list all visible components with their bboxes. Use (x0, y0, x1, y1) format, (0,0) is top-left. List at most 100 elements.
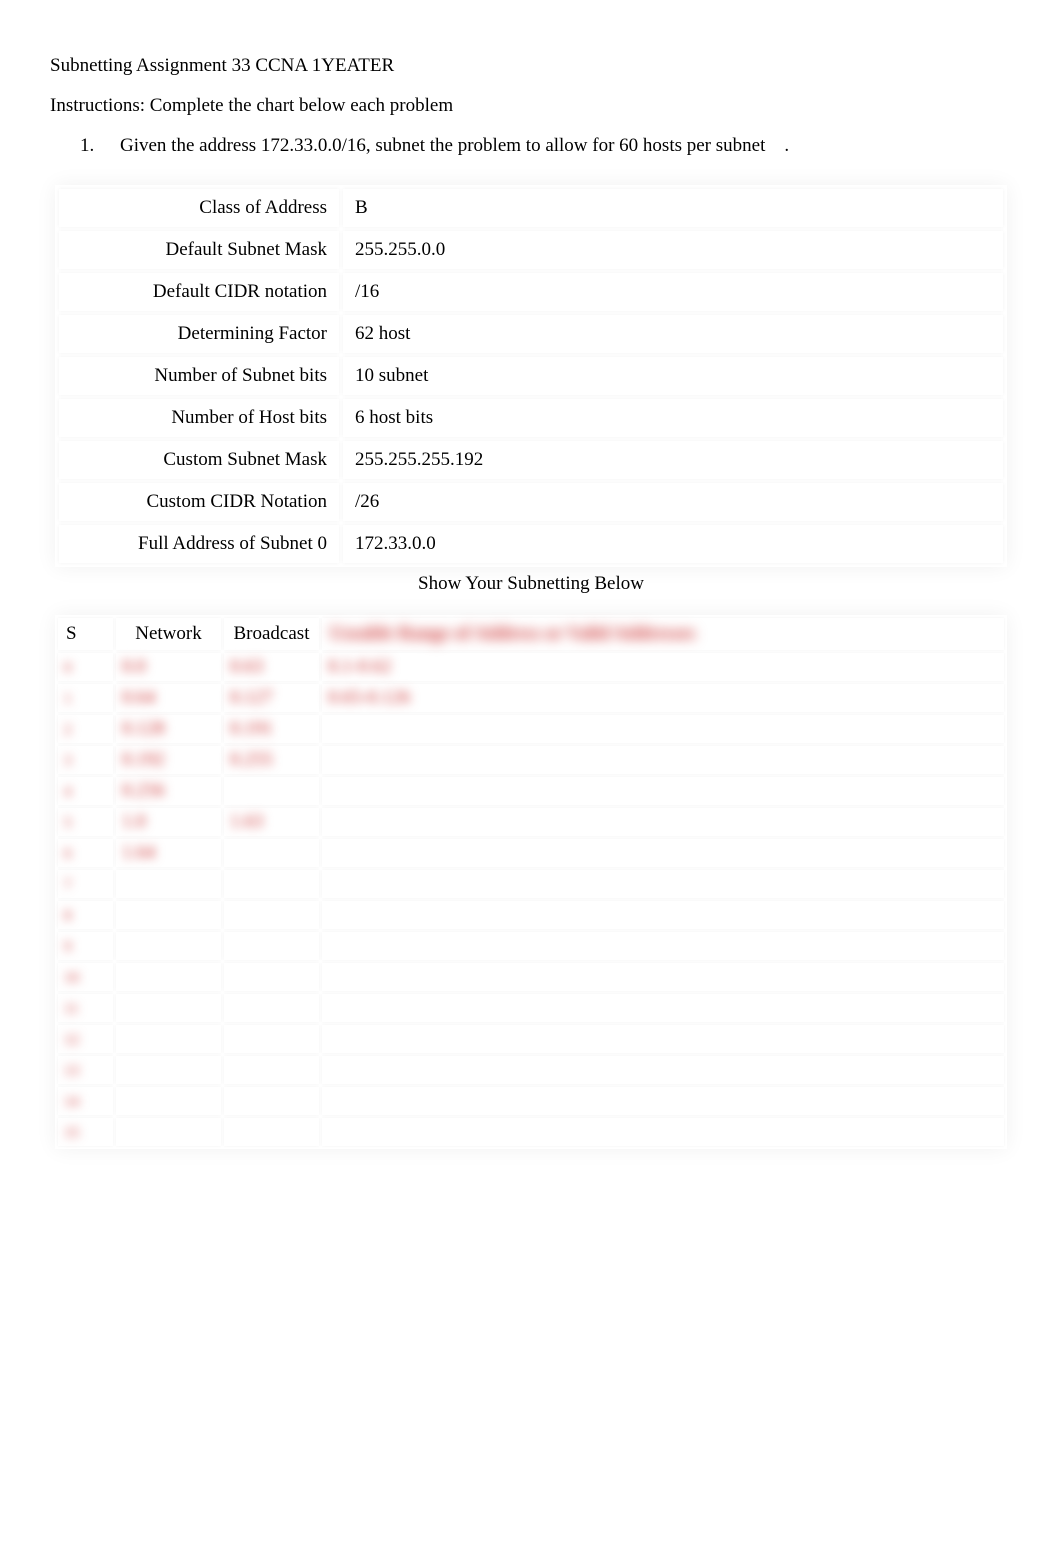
cell-s: 12 (58, 1025, 113, 1053)
info-row: Number of Subnet bits10 subnet (59, 357, 1003, 395)
cell-s: 11 (58, 994, 113, 1022)
instructions: Instructions: Complete the chart below e… (50, 95, 1012, 117)
cell-broadcast (224, 870, 319, 898)
cell-range (322, 808, 1004, 836)
info-value: 255.255.0.0 (343, 231, 1003, 269)
cell-network (116, 963, 221, 991)
cell-network: 0.128 (116, 715, 221, 743)
info-row: Number of Host bits6 host bits (59, 399, 1003, 437)
cell-network: 0.64 (116, 684, 221, 712)
cell-broadcast: 0.191 (224, 715, 319, 743)
header-network: Network (116, 618, 221, 650)
cell-s: 14 (58, 1087, 113, 1115)
cell-range-value: 0.1-0.62 (328, 656, 391, 677)
info-value: B (343, 189, 1003, 227)
info-row: Custom CIDR Notation/26 (59, 483, 1003, 521)
cell-network (116, 1087, 221, 1115)
cell-broadcast (224, 932, 319, 960)
cell-broadcast (224, 1025, 319, 1053)
cell-s-value: 1 (64, 691, 72, 707)
table-row: 14 (58, 1087, 1004, 1115)
work-header-row: S Network Broadcast Useable Range of Add… (58, 618, 1004, 650)
cell-broadcast (224, 839, 319, 867)
cell-s: 8 (58, 901, 113, 929)
cell-broadcast (224, 963, 319, 991)
cell-network-value: 1.0 (122, 811, 146, 832)
cell-range (322, 994, 1004, 1022)
info-label: Custom CIDR Notation (59, 483, 339, 521)
cell-range (322, 870, 1004, 898)
table-row: 0 0.0 0.63 0.1-0.62 (58, 653, 1004, 681)
table-row: 8 (58, 901, 1004, 929)
cell-network (116, 901, 221, 929)
cell-s-value: 6 (64, 846, 72, 862)
table-row: 15 (58, 1118, 1004, 1146)
cell-s-value: 10 (64, 970, 79, 986)
table-row: 13 (58, 1056, 1004, 1084)
info-row: Default Subnet Mask255.255.0.0 (59, 231, 1003, 269)
cell-s-value: 7 (64, 877, 72, 893)
cell-s-value: 5 (64, 815, 72, 831)
cell-network: 1.64 (116, 839, 221, 867)
cell-s-value: 15 (64, 1125, 79, 1141)
cell-network (116, 1118, 221, 1146)
info-label: Determining Factor (59, 315, 339, 353)
info-value: /16 (343, 273, 1003, 311)
info-label: Number of Subnet bits (59, 357, 339, 395)
cell-broadcast: 1.63 (224, 808, 319, 836)
cell-network (116, 932, 221, 960)
info-value: /26 (343, 483, 1003, 521)
cell-network-value: 0.192 (122, 749, 165, 770)
cell-network (116, 1056, 221, 1084)
table-row: 5 1.0 1.63 (58, 808, 1004, 836)
cell-broadcast (224, 1056, 319, 1084)
cell-range (322, 1056, 1004, 1084)
cell-s: 3 (58, 746, 113, 774)
info-table: Class of AddressB Default Subnet Mask255.… (55, 185, 1007, 567)
cell-broadcast (224, 994, 319, 1022)
table-row: 61.64 (58, 839, 1004, 867)
cell-range (322, 777, 1004, 805)
header-s: S (58, 618, 113, 650)
info-row: Custom Subnet Mask255.255.255.192 (59, 441, 1003, 479)
info-label: Class of Address (59, 189, 339, 227)
cell-broadcast: 0.63 (224, 653, 319, 681)
table-row: 1 0.64 0.127 0.65-0.126 (58, 684, 1004, 712)
info-label: Full Address of Subnet 0 (59, 525, 339, 563)
cell-range: 0.1-0.62 (322, 653, 1004, 681)
cell-broadcast-value: 0.191 (230, 718, 273, 739)
cell-range (322, 901, 1004, 929)
table-row: 4 0.256 (58, 777, 1004, 805)
cell-broadcast (224, 1087, 319, 1115)
info-label: Number of Host bits (59, 399, 339, 437)
page-title: Subnetting Assignment 33 CCNA 1YEATER (50, 55, 1012, 77)
table-row: 12 (58, 1025, 1004, 1053)
cell-network-value: 0.0 (122, 656, 146, 677)
cell-s-value: 14 (64, 1094, 79, 1110)
info-table-container: Class of AddressB Default Subnet Mask255.… (50, 185, 1012, 567)
cell-range (322, 715, 1004, 743)
cell-network-value: 0.256 (122, 780, 165, 801)
cell-s-value: 3 (64, 753, 72, 769)
work-table-container: S Network Broadcast Useable Range of Add… (50, 615, 1012, 1149)
cell-s: 4 (58, 777, 113, 805)
cell-s: 7 (58, 870, 113, 898)
info-value: 255.255.255.192 (343, 441, 1003, 479)
cell-broadcast-value: 0.63 (230, 656, 263, 677)
cell-range (322, 746, 1004, 774)
table-row: 11 (58, 994, 1004, 1022)
cell-s-value: 8 (64, 908, 72, 924)
cell-s: 0 (58, 653, 113, 681)
table-row: 9 (58, 932, 1004, 960)
info-value: 62 host (343, 315, 1003, 353)
cell-range (322, 1118, 1004, 1146)
cell-s: 9 (58, 932, 113, 960)
cell-s-value: 4 (64, 784, 72, 800)
problem-statement: 1. Given the address 172.33.0.0/16, subn… (50, 135, 1012, 157)
cell-broadcast: 0.127 (224, 684, 319, 712)
info-row: Default CIDR notation/16 (59, 273, 1003, 311)
cell-range (322, 932, 1004, 960)
cell-range-value: 0.65-0.126 (328, 687, 410, 708)
cell-network-value: 0.64 (122, 687, 155, 708)
info-label: Default CIDR notation (59, 273, 339, 311)
